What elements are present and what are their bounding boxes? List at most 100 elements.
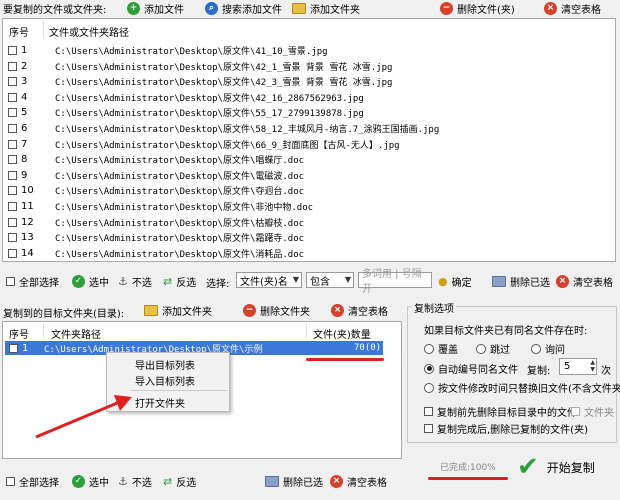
field-select[interactable]: 文件(夹)名 ▼ (236, 272, 302, 288)
delete-selected-button[interactable]: 删除已选 (492, 274, 550, 289)
search-add-file-button[interactable]: ⌕ 搜索添加文件 (205, 1, 282, 16)
row-path: C:\Users\Administrator\Desktop\原文件\消耗品.d… (55, 249, 305, 260)
checkbox-icon[interactable] (8, 139, 17, 149)
select-label: 选中 (89, 278, 109, 289)
source-file-table[interactable]: 序号 文件或文件夹路径 1 C:\Users\Administrator\Desk… (2, 18, 616, 262)
table-row[interactable]: 13 C:\Users\Administrator\Desktop\原文件\霜躇寺… (3, 229, 304, 246)
checkbox-icon[interactable] (8, 77, 17, 87)
clear-before-label: 复制前先删除目标目录中的文件 (437, 408, 577, 419)
target-select-all-button[interactable]: 全部选择 (6, 474, 59, 489)
select-all-button[interactable]: 全部选择 (6, 274, 59, 289)
table-row[interactable]: 2 C:\Users\Administrator\Desktop\原文件\42_1… (3, 58, 392, 75)
add-folder-button[interactable]: 添加文件夹 (292, 1, 360, 16)
table-row[interactable]: 11 C:\Users\Administrator\Desktop\原文件\非池中… (3, 198, 313, 215)
progress-text: 已完成:100% (440, 463, 496, 473)
checkbox-icon[interactable] (8, 61, 17, 71)
menu-item-import[interactable]: 导入目标列表 (135, 373, 195, 388)
menu-item-open-folder[interactable]: 打开文件夹 (135, 395, 185, 410)
confirm-button[interactable]: ● 确定 (438, 274, 472, 289)
checkbox-icon[interactable] (8, 170, 17, 180)
row-path: C:\Users\Administrator\Desktop\原文件\枯瓣枝.d… (55, 218, 305, 229)
table-row[interactable]: 7 C:\Users\Administrator\Desktop\原文件\66_9… (3, 136, 400, 153)
clear-before-checkbox[interactable]: 复制前先删除目标目录中的文件 (424, 404, 577, 419)
auto-number-radio[interactable]: 自动编号同名文件 (424, 361, 518, 376)
ask-label: 询问 (545, 345, 565, 356)
target-clear-table-label-2: 清空表格 (347, 478, 387, 489)
mode-select[interactable]: 包含 ▼ (306, 272, 354, 288)
skip-radio[interactable]: 跳过 (476, 341, 510, 356)
folder-option-checkbox[interactable]: 文件夹 (571, 404, 614, 419)
target-delete-selected-button[interactable]: 删除已选 (265, 474, 323, 489)
table-row[interactable]: 4 C:\Users\Administrator\Desktop\原文件\42_1… (3, 89, 364, 106)
by-mtime-radio[interactable]: 按文件修改时间只替换旧文件(不含文件夹) (424, 380, 620, 395)
delete-after-checkbox[interactable]: 复制完成后,删除已复制的文件(夹) (424, 421, 588, 436)
chevron-down-icon: ▼ (292, 275, 299, 284)
unselect-button[interactable]: ⚓ 不选 (118, 274, 152, 289)
checkbox-icon[interactable] (8, 92, 17, 102)
row-path: C:\Users\Administrator\Desktop\原文件\非池中物.… (55, 203, 314, 213)
clear-table-button[interactable]: × 清空表格 (544, 1, 601, 16)
table-row[interactable]: 8 C:\Users\Administrator\Desktop\原文件\唱蝶厅.… (3, 151, 304, 168)
target-select-button[interactable]: ✓ 选中 (72, 474, 109, 489)
checkbox-icon[interactable] (8, 155, 17, 165)
minus-icon: − (440, 2, 453, 15)
folder-icon (144, 305, 158, 316)
stepper-arrows-icon[interactable]: ▲ ▼ (590, 359, 595, 373)
overwrite-radio[interactable]: 覆盖 (424, 341, 458, 356)
checkbox-icon (424, 424, 433, 433)
clear-table-button-2[interactable]: × 清空表格 (556, 274, 613, 289)
table-row[interactable]: 6 C:\Users\Administrator\Desktop\原文件\58_1… (3, 120, 439, 137)
target-select-all-label: 全部选择 (19, 478, 59, 489)
copy-times-stepper[interactable]: 5 ▲ ▼ (559, 358, 597, 375)
select-button[interactable]: ✓ 选中 (72, 274, 109, 289)
checkbox-icon[interactable] (8, 217, 17, 227)
start-copy-button[interactable]: ✔ 开始复制 (513, 450, 613, 484)
table-row[interactable]: 10 C:\Users\Administrator\Desktop\原文件\夺迥台… (3, 182, 304, 199)
col-header-path: 文件或文件夹路径 (49, 28, 129, 39)
checkbox-icon[interactable] (8, 202, 17, 211)
target-delete-selected-label: 删除已选 (283, 478, 323, 489)
table-row[interactable]: 14 C:\Users\Administrator\Desktop\原文件\消耗品… (3, 245, 304, 262)
mode-select-value: 包含 (310, 276, 330, 288)
target-clear-table-button[interactable]: × 清空表格 (331, 303, 388, 318)
overwrite-question: 如果目标文件夹已有同名文件存在时: (424, 326, 588, 337)
keyword-input[interactable]: 多词用 | 号隔开 (358, 269, 432, 295)
target-invert-button[interactable]: ⇄ 反选 (163, 474, 196, 489)
checkbox-icon[interactable] (8, 186, 17, 196)
checkbox-icon[interactable] (8, 248, 17, 258)
checkbox-icon[interactable] (8, 46, 17, 55)
table-row[interactable]: 5 C:\Users\Administrator\Desktop\原文件\55_1… (3, 104, 364, 121)
checkbox-icon[interactable] (9, 343, 18, 353)
swap-icon: ⇄ (163, 275, 173, 288)
add-file-button[interactable]: + 添加文件 (127, 1, 184, 16)
ask-radio[interactable]: 询问 (531, 341, 565, 356)
copy-options-title: 复制选项 (412, 300, 456, 315)
checkbox-icon[interactable] (8, 124, 17, 133)
row-no: 12 (21, 216, 34, 228)
table-row[interactable]: 3 C:\Users\Administrator\Desktop\原文件\42_3… (3, 73, 392, 90)
target-delete-folder-button[interactable]: − 删除文件夹 (243, 303, 310, 318)
target-clear-table-label: 清空表格 (348, 307, 388, 318)
radio-icon (531, 343, 541, 354)
annotation-arrow (35, 395, 132, 439)
add-file-label: 添加文件 (144, 5, 184, 16)
overwrite-label: 覆盖 (438, 345, 458, 356)
swap-icon: ⇄ (163, 475, 173, 488)
table-row[interactable]: 12 C:\Users\Administrator\Desktop\原文件\枯瓣枝… (3, 214, 304, 231)
invert-button[interactable]: ⇄ 反选 (163, 274, 196, 289)
times-unit: 次 (601, 366, 611, 377)
checkbox-icon (6, 277, 15, 286)
target-add-folder-button[interactable]: 添加文件夹 (144, 303, 212, 318)
row-no: 4 (21, 91, 28, 103)
folder-icon (292, 3, 306, 14)
anchor-icon: ⚓ (118, 475, 128, 488)
delete-file-button[interactable]: − 删除文件(夹) (440, 1, 515, 16)
checkbox-icon[interactable] (8, 233, 17, 243)
checkbox-icon[interactable] (8, 108, 17, 118)
menu-item-export[interactable]: 导出目标列表 (135, 357, 195, 372)
target-clear-table-button-2[interactable]: × 清空表格 (330, 474, 387, 489)
target-unselect-button[interactable]: ⚓ 不选 (118, 474, 152, 489)
table-row[interactable]: 9 C:\Users\Administrator\Desktop\原文件\電磁波.… (3, 167, 304, 184)
table-row[interactable]: 1 C:\Users\Administrator\Desktop\原文件\41_1… (3, 42, 328, 59)
target-row-no: 1 (22, 342, 29, 354)
